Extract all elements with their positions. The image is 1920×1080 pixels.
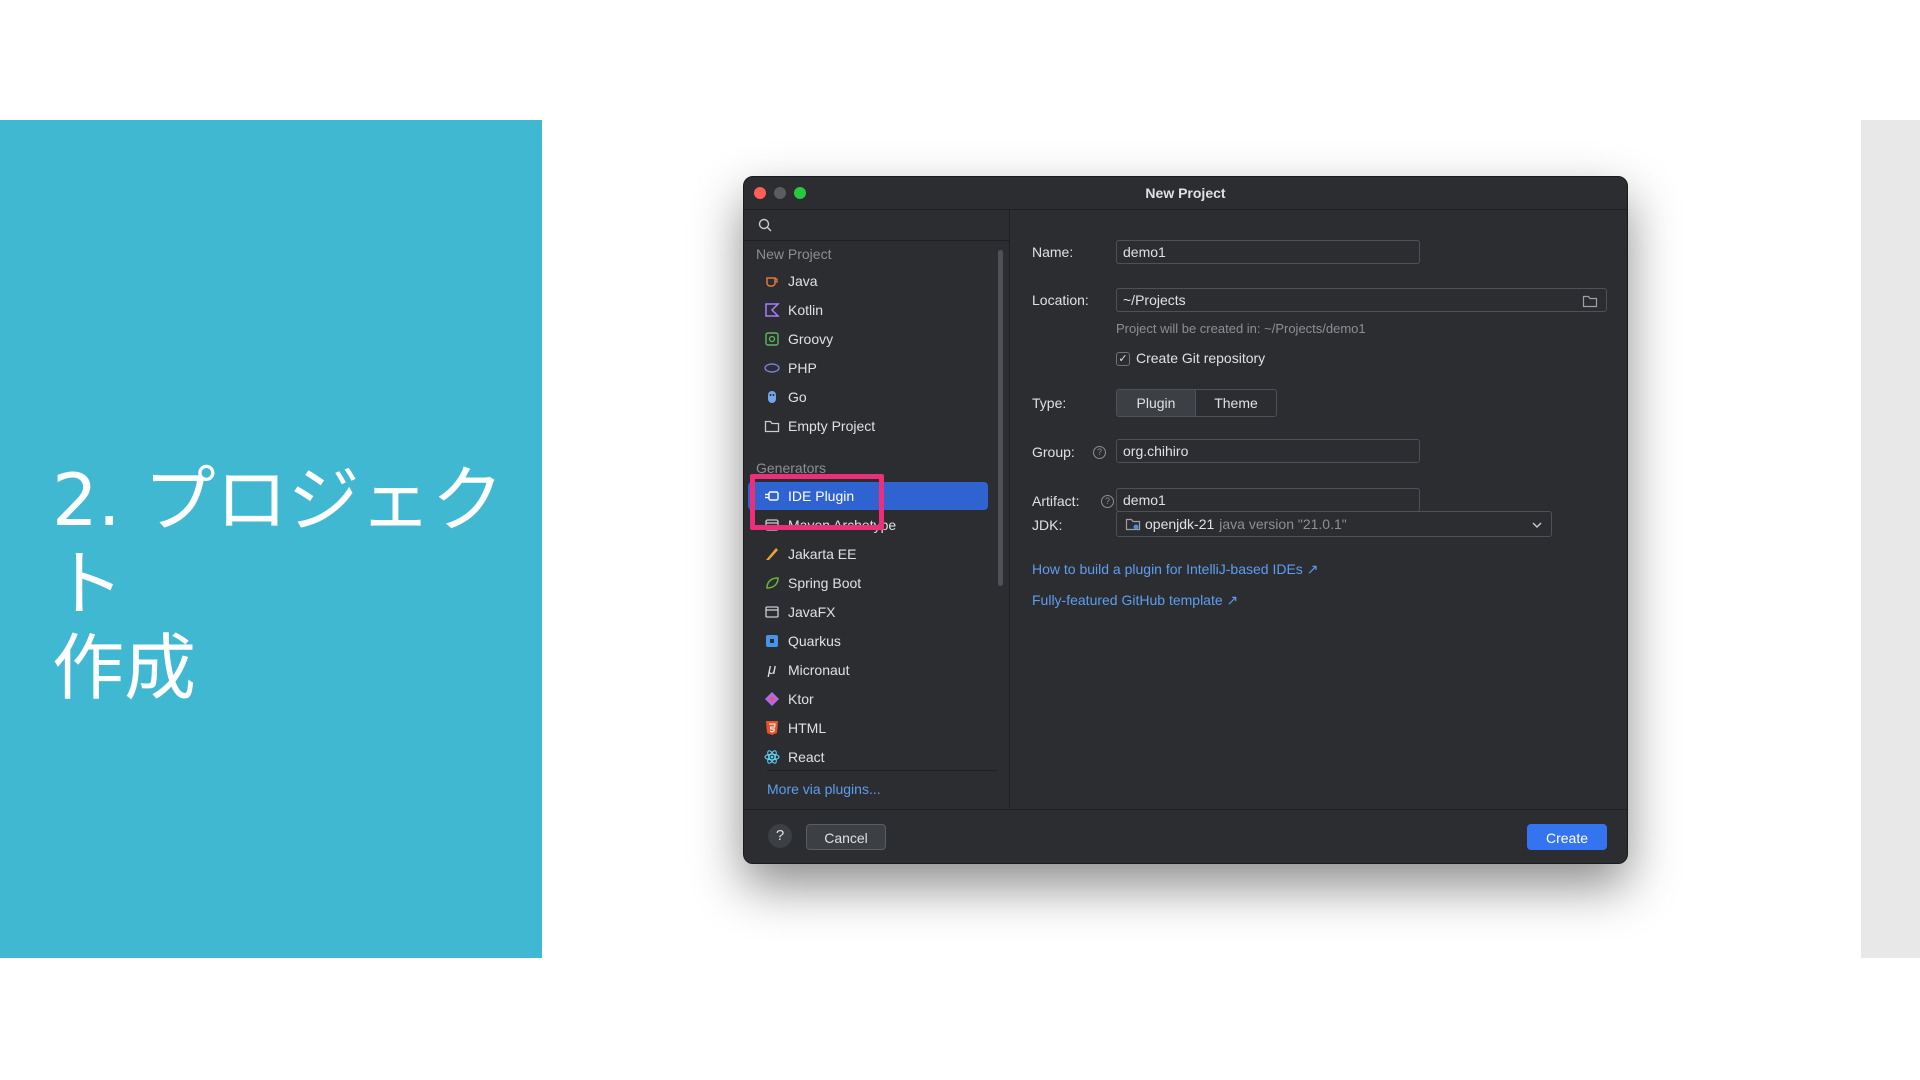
artifact-input[interactable] — [1116, 488, 1420, 512]
group-help-icon[interactable]: ? — [1093, 446, 1106, 459]
plugin-guide-link[interactable]: How to build a plugin for IntelliJ-based… — [1032, 561, 1318, 578]
location-input[interactable] — [1116, 288, 1607, 312]
sidebar-item-java[interactable]: Java — [748, 267, 988, 295]
ide-plugin-highlight-box — [750, 474, 884, 530]
group-label: Group: — [1032, 444, 1075, 460]
spring-icon — [764, 575, 780, 591]
html5-icon — [764, 720, 780, 736]
sidebar-item-label: Kotlin — [788, 302, 824, 318]
jdk-name: openjdk-21 — [1145, 516, 1215, 532]
name-label: Name: — [1032, 244, 1074, 260]
create-button[interactable]: Create — [1527, 824, 1607, 850]
dialog-footer: ? Cancel Create — [744, 809, 1627, 863]
group-input[interactable] — [1116, 439, 1420, 463]
php-icon — [764, 360, 780, 376]
sidebar-item-quarkus[interactable]: Quarkus — [748, 627, 988, 655]
jdk-version: java version "21.0.1" — [1219, 516, 1347, 532]
sidebar-item-label: JavaFX — [788, 604, 836, 620]
sidebar-item-label: Micronaut — [788, 662, 850, 678]
sidebar-item-label: React — [788, 749, 825, 765]
create-git-label: Create Git repository — [1136, 350, 1266, 366]
sidebar-item-label: Quarkus — [788, 633, 841, 649]
groovy-icon — [764, 331, 780, 347]
sidebar-item-php[interactable]: PHP — [748, 354, 988, 382]
sidebar-item-label: HTML — [788, 720, 827, 736]
artifact-help-icon[interactable]: ? — [1101, 495, 1114, 508]
window-title: New Project — [1145, 185, 1226, 201]
browse-folder-icon[interactable] — [1582, 293, 1598, 309]
sidebar-item-label: Spring Boot — [788, 575, 862, 591]
create-git-checkbox[interactable]: ✓ — [1116, 352, 1130, 366]
location-hint: Project will be created in: ~/Projects/d… — [1116, 321, 1366, 336]
sidebar-item-label: Groovy — [788, 331, 834, 347]
type-option-theme[interactable]: Theme — [1196, 390, 1276, 416]
sidebar-item-label: Jakarta EE — [788, 546, 857, 562]
window-icon — [764, 604, 780, 620]
micronaut-icon: μ — [767, 661, 777, 678]
ktor-icon — [764, 691, 780, 707]
sidebar-item-label: PHP — [788, 360, 817, 376]
react-icon — [764, 749, 780, 765]
sidebar-item-label: Java — [788, 273, 818, 289]
go-icon — [764, 389, 780, 405]
cancel-button[interactable]: Cancel — [806, 824, 886, 850]
slide-right-strip — [1861, 120, 1920, 958]
sidebar-item-groovy[interactable]: Groovy — [748, 325, 988, 353]
jdk-label: JDK: — [1032, 517, 1063, 533]
sidebar-item-empty-project[interactable]: Empty Project — [748, 412, 988, 440]
help-button[interactable]: ? — [768, 824, 792, 848]
project-settings-form: Name: Location: Project will be created … — [1010, 210, 1627, 808]
sidebar-item-kotlin[interactable]: Kotlin — [748, 296, 988, 324]
kotlin-icon — [764, 302, 780, 318]
sidebar-item-jakarta-ee[interactable]: Jakarta EE — [748, 540, 988, 568]
type-option-plugin[interactable]: Plugin — [1117, 390, 1196, 416]
sidebar-item-html[interactable]: HTML — [748, 714, 988, 742]
folder-icon — [764, 418, 780, 434]
type-label: Type: — [1032, 395, 1067, 411]
github-template-link[interactable]: Fully-featured GitHub template ↗ — [1032, 592, 1238, 609]
sidebar-item-go[interactable]: Go — [748, 383, 988, 411]
jakarta-icon — [764, 546, 780, 562]
sidebar-search-input[interactable] — [744, 210, 1009, 241]
artifact-label: Artifact: — [1032, 493, 1080, 509]
sidebar-item-ktor[interactable]: Ktor — [748, 685, 988, 713]
sidebar-item-javafx[interactable]: JavaFX — [748, 598, 988, 626]
sidebar-item-spring-boot[interactable]: Spring Boot — [748, 569, 988, 597]
sidebar-item-label: Ktor — [788, 691, 814, 707]
more-via-plugins-link[interactable]: More via plugins... — [767, 770, 997, 807]
quarkus-icon — [764, 633, 780, 649]
java-icon — [764, 273, 780, 289]
name-input[interactable] — [1116, 240, 1420, 264]
location-label: Location: — [1032, 292, 1089, 308]
sidebar-item-label: Empty Project — [788, 418, 876, 434]
sidebar-scrollbar[interactable] — [998, 250, 1003, 586]
jdk-folder-icon — [1125, 516, 1141, 532]
type-segmented-control: Plugin Theme — [1116, 389, 1277, 417]
jdk-dropdown[interactable]: openjdk-21 java version "21.0.1" — [1116, 511, 1552, 537]
search-icon — [758, 218, 772, 232]
sidebar-item-react[interactable]: React — [748, 743, 988, 770]
window-titlebar: New Project — [744, 177, 1627, 210]
sidebar-item-label: Go — [788, 389, 807, 405]
chevron-down-icon — [1531, 518, 1543, 530]
section-header-new-project: New Project — [756, 246, 832, 262]
sidebar-item-micronaut[interactable]: μ Micronaut — [748, 656, 988, 684]
slide-title: 2. プロジェクト 作成 — [52, 458, 504, 710]
